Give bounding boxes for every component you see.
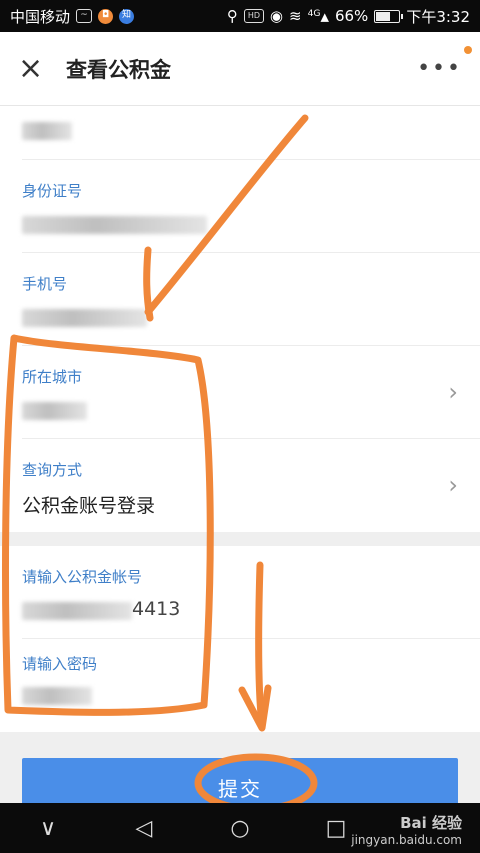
- city-label: 所在城市: [22, 368, 83, 386]
- name-value-blurred: [22, 122, 72, 140]
- app-notification-icon: ◘: [98, 8, 114, 24]
- notification-dot: [464, 46, 472, 54]
- account-row[interactable]: 请输入公积金帐号 4413: [22, 546, 480, 639]
- location-icon: ⚲: [226, 7, 238, 25]
- hd-icon: HD: [243, 9, 264, 23]
- back-icon[interactable]: ◁: [124, 816, 164, 841]
- password-label: 请输入密码: [22, 655, 98, 673]
- activity-icon: ~: [76, 9, 93, 23]
- zhihu-icon: 知: [119, 8, 135, 24]
- page-header: × 查看公积金 •••: [0, 32, 480, 106]
- battery-percent: 66%: [334, 7, 369, 25]
- city-row[interactable]: 所在城市 ›: [22, 346, 480, 439]
- id-number-label: 身份证号: [22, 182, 83, 200]
- page-title: 查看公积金: [66, 57, 171, 82]
- status-bar: 中国移动 ~ ◘ 知 ⚲ HD ◉ ≋ 4G▲ 66% 下午3:32: [0, 0, 480, 32]
- clock: 下午3:32: [406, 7, 470, 26]
- phone-row: 手机号: [22, 253, 480, 346]
- account-value-blurred: [22, 602, 132, 620]
- phone-label: 手机号: [22, 275, 68, 293]
- name-row: [22, 106, 480, 160]
- id-number-row: 身份证号: [22, 160, 480, 253]
- account-label: 请输入公积金帐号: [22, 568, 143, 586]
- signal-icon: 4G▲: [307, 8, 329, 24]
- watermark-logo: Bai 经验: [400, 814, 462, 832]
- query-method-row[interactable]: 查询方式 公积金账号登录 ›: [22, 439, 480, 532]
- credentials-section: 请输入公积金帐号 4413 请输入密码 ×: [0, 546, 480, 789]
- password-row[interactable]: 请输入密码 ×: [22, 639, 480, 789]
- password-value-blurred: [22, 687, 92, 705]
- recent-apps-icon[interactable]: □: [316, 816, 356, 841]
- more-options-icon[interactable]: •••: [417, 56, 462, 81]
- watermark: Bai 经验 jingyan.baidu.com: [351, 812, 462, 847]
- city-value-blurred: [22, 402, 87, 420]
- close-icon[interactable]: ×: [18, 53, 48, 84]
- personal-info-section: 身份证号 手机号 所在城市 › 查询方式 公积金账号登录 ›: [0, 106, 480, 532]
- wifi-icon: ≋: [289, 7, 302, 25]
- account-value-tail: 4413: [132, 598, 181, 620]
- home-icon[interactable]: ○: [220, 816, 260, 841]
- query-method-value: 公积金账号登录: [22, 495, 156, 517]
- phone-value-blurred: [22, 309, 147, 327]
- watermark-url: jingyan.baidu.com: [351, 833, 462, 847]
- hide-keyboard-icon[interactable]: ∨: [28, 816, 68, 841]
- carrier-name: 中国移动: [10, 7, 71, 26]
- eye-icon: ◉: [269, 7, 283, 25]
- query-method-chevron-icon: ›: [448, 471, 458, 499]
- city-chevron-icon: ›: [448, 378, 458, 406]
- query-method-label: 查询方式: [22, 461, 83, 479]
- id-number-value-blurred: [22, 216, 207, 234]
- battery-icon: [374, 9, 404, 23]
